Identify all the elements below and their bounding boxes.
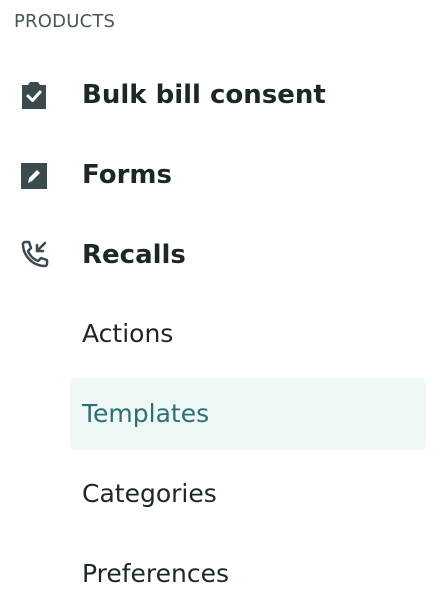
subnav-item-categories[interactable]: Categories <box>70 458 426 530</box>
nav-item-forms[interactable]: Forms <box>0 138 438 210</box>
subnav-item-label: Templates <box>82 399 210 428</box>
nav-item-recalls[interactable]: Recalls <box>0 218 438 290</box>
nav-item-label: Recalls <box>82 240 186 270</box>
subnav-item-label: Categories <box>82 479 217 508</box>
subnav-item-templates[interactable]: Templates <box>70 378 426 450</box>
subnav-item-label: Actions <box>82 319 174 348</box>
subnav-item-label: Preferences <box>82 559 230 588</box>
subnav-item-preferences[interactable]: Preferences <box>70 538 426 610</box>
nav-item-bulk-bill-consent[interactable]: Bulk bill consent <box>0 58 438 130</box>
products-nav: PRODUCTS Bulk bill consent Forms Recalls… <box>0 0 438 616</box>
subnav-item-actions[interactable]: Actions <box>70 298 426 370</box>
products-section-header: PRODUCTS <box>14 11 116 32</box>
phone-incoming-icon <box>18 239 50 271</box>
nav-item-label: Forms <box>82 160 172 190</box>
edit-form-icon <box>18 159 50 191</box>
clipboard-check-icon <box>18 79 50 111</box>
nav-item-label: Bulk bill consent <box>82 80 326 110</box>
